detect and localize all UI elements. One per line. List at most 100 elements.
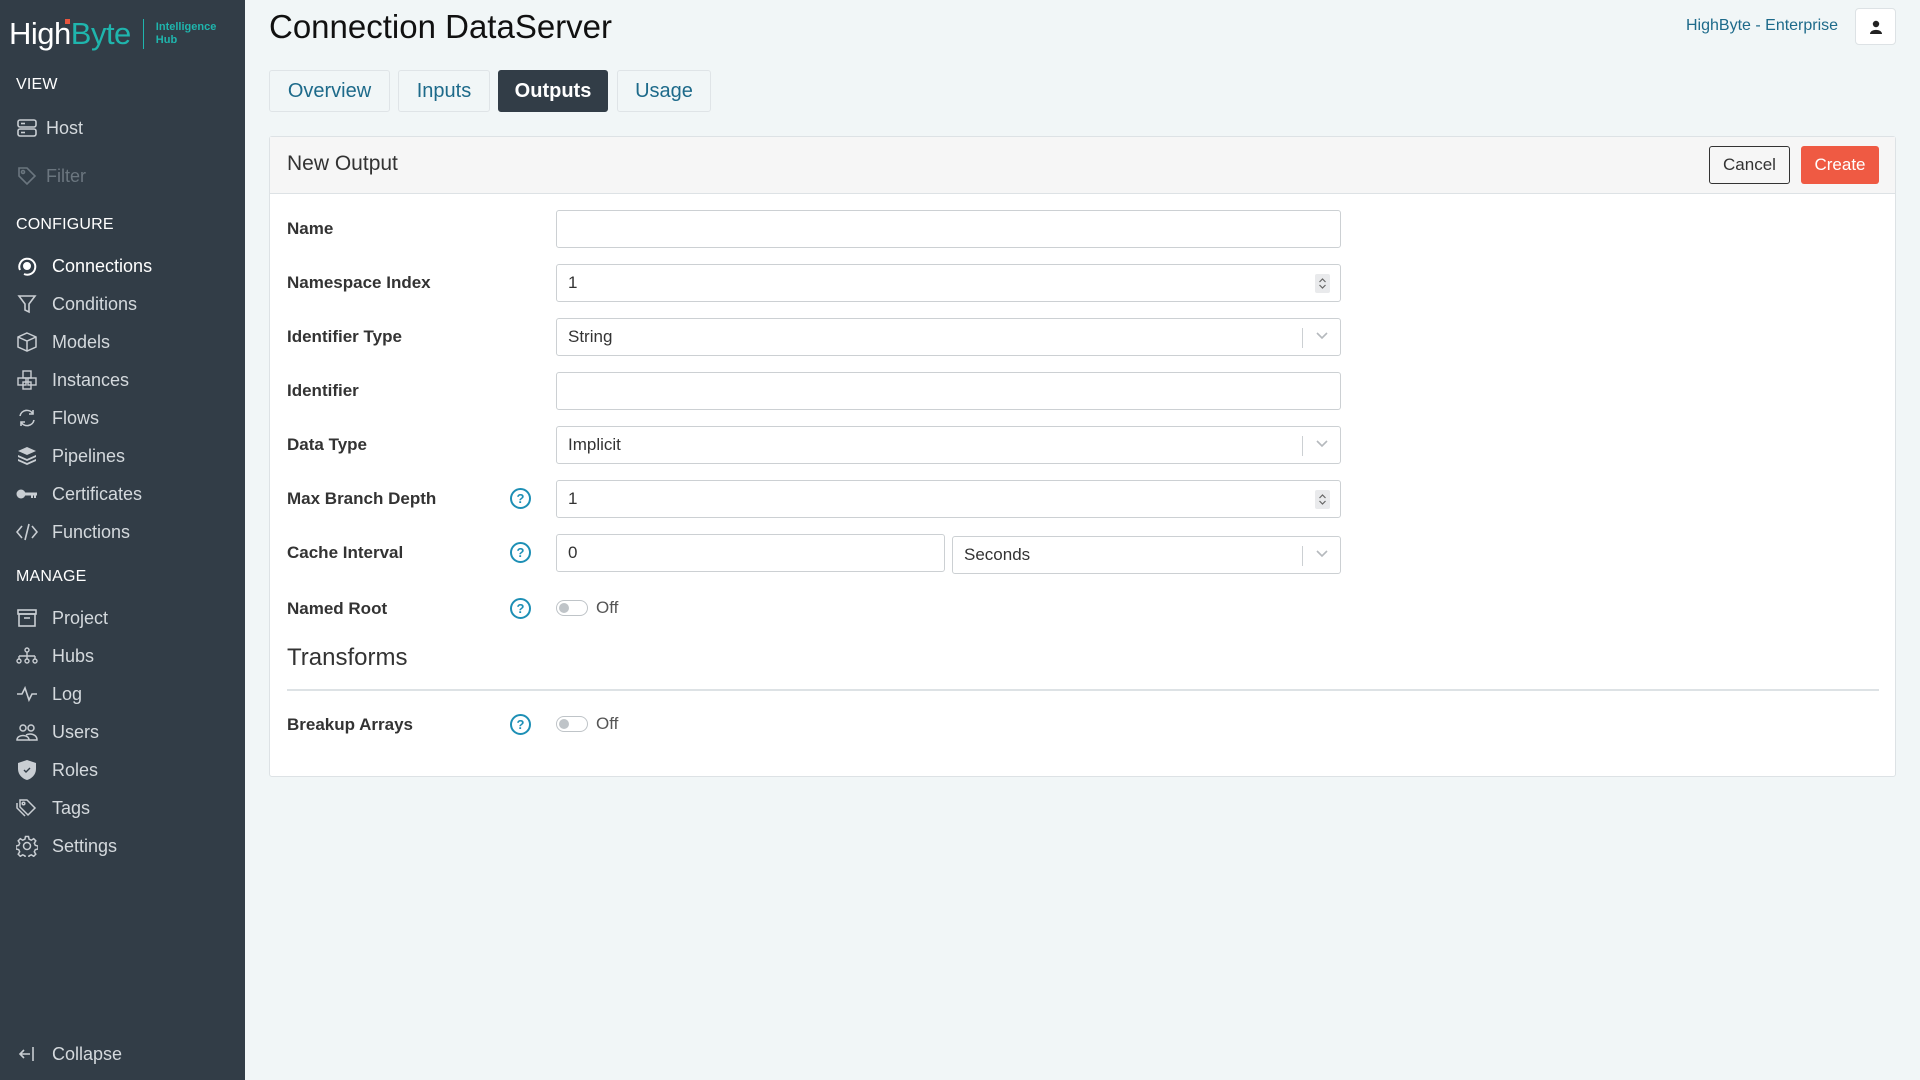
cubes-icon — [16, 369, 38, 391]
help-icon[interactable]: ? — [510, 598, 531, 619]
identifier-label: Identifier — [287, 381, 359, 400]
key-icon — [16, 483, 38, 505]
sidebar-item-label: Settings — [52, 835, 118, 856]
sidebar-item-label: Roles — [52, 759, 99, 780]
sidebar-item-label: Models — [52, 331, 111, 352]
collapse-button[interactable]: Collapse — [0, 1036, 245, 1072]
layers-icon — [16, 445, 38, 467]
sidebar-item-models[interactable]: Models — [0, 324, 245, 360]
tab-overview[interactable]: Overview — [269, 70, 390, 112]
new-output-card: New Output Cancel Create Name Namespace … — [269, 136, 1896, 777]
sidebar-item-label: Log — [52, 683, 83, 704]
name-label: Name — [287, 219, 334, 238]
identifier-input[interactable] — [556, 372, 1341, 410]
sidebar-item-conditions[interactable]: Conditions — [0, 286, 245, 322]
tab-usage[interactable]: Usage — [617, 70, 711, 112]
sidebar-item-label: Tags — [52, 797, 91, 818]
card-title: New Output — [287, 152, 398, 175]
logo-divider — [142, 19, 144, 49]
help-icon[interactable]: ? — [510, 488, 531, 509]
logo[interactable]: High Byte Intelligence Hub — [9, 14, 216, 54]
page-title: Connection DataServer — [269, 8, 613, 45]
tab-inputs[interactable]: Inputs — [398, 70, 490, 112]
cache-interval-input[interactable]: 0 — [556, 534, 945, 572]
chevron-down-icon[interactable] — [1315, 439, 1329, 449]
chevron-down-icon[interactable] — [1315, 549, 1329, 559]
data-type-value: Implicit — [568, 435, 621, 454]
sidebar-item-project[interactable]: Project — [0, 600, 245, 636]
max-branch-depth-input[interactable]: 1 — [556, 480, 1341, 518]
sidebar-item-label: Project — [52, 607, 109, 628]
logo-subtitle-line2: Hub — [155, 34, 178, 46]
transforms-heading: Transforms — [287, 644, 408, 671]
sidebar-item-certificates[interactable]: Certificates — [0, 476, 245, 512]
name-input[interactable] — [556, 210, 1341, 248]
logo-subtitle-line1: Intelligence — [155, 21, 217, 33]
select-separator — [1302, 546, 1303, 566]
sidebar-item-label: Functions — [52, 521, 131, 542]
breakup-arrays-toggle-wrap: Off — [556, 714, 618, 734]
sidebar-item-tags[interactable]: Tags — [0, 790, 245, 826]
cache-interval-unit-select[interactable]: Seconds — [952, 536, 1341, 574]
sidebar-item-roles[interactable]: Roles — [0, 752, 245, 788]
sidebar-item-filter[interactable]: Filter — [0, 158, 245, 194]
users-icon — [16, 721, 38, 743]
cancel-button[interactable]: Cancel — [1709, 146, 1790, 184]
max-branch-depth-value: 1 — [568, 489, 578, 508]
gear-icon — [16, 835, 38, 857]
chevron-down-icon[interactable] — [1315, 331, 1329, 341]
funnel-icon — [16, 293, 38, 315]
user-icon — [1869, 20, 1883, 34]
section-label-manage: MANAGE — [16, 568, 87, 585]
cache-interval-label: Cache Interval — [287, 543, 404, 562]
data-type-select[interactable]: Implicit — [556, 426, 1341, 464]
tags-icon — [16, 797, 38, 819]
hierarchy-icon — [16, 645, 38, 667]
sidebar-item-users[interactable]: Users — [0, 714, 245, 750]
sidebar-item-flows[interactable]: Flows — [0, 400, 245, 436]
sidebar-item-log[interactable]: Log — [0, 676, 245, 712]
named-root-toggle[interactable] — [556, 600, 588, 616]
breakup-arrays-toggle[interactable] — [556, 716, 588, 732]
tenant-link[interactable]: HighByte - Enterprise — [1686, 17, 1838, 35]
help-icon[interactable]: ? — [510, 542, 531, 563]
tab-outputs[interactable]: Outputs — [498, 70, 608, 112]
identifier-type-label: Identifier Type — [287, 327, 402, 346]
toggle-knob — [559, 603, 569, 613]
sidebar-item-connections[interactable]: Connections — [0, 248, 245, 284]
section-label-configure: CONFIGURE — [16, 216, 114, 233]
namespace-index-label: Namespace Index — [287, 273, 431, 292]
identifier-type-value: String — [568, 327, 613, 346]
sidebar-item-hubs[interactable]: Hubs — [0, 638, 245, 674]
sidebar-item-functions[interactable]: Functions — [0, 514, 245, 550]
archive-icon — [16, 607, 38, 629]
sidebar-item-label: Instances — [52, 369, 130, 390]
select-separator — [1302, 436, 1303, 456]
section-label-view: VIEW — [16, 76, 58, 93]
collapse-icon — [16, 1043, 38, 1065]
sidebar-item-label: Certificates — [52, 483, 143, 504]
logo-dot — [65, 19, 70, 24]
number-spinner[interactable] — [1315, 274, 1330, 293]
user-menu-button[interactable] — [1855, 8, 1896, 45]
sidebar-item-pipelines[interactable]: Pipelines — [0, 438, 245, 474]
sidebar-item-label: Host — [46, 117, 84, 138]
sidebar-item-label: Filter — [46, 165, 86, 186]
create-button[interactable]: Create — [1801, 146, 1879, 184]
namespace-index-input[interactable]: 1 — [556, 264, 1341, 302]
named-root-state: Off — [596, 598, 619, 617]
sidebar-item-label: Conditions — [52, 293, 138, 314]
identifier-type-select[interactable]: String — [556, 318, 1341, 356]
sidebar-item-host[interactable]: Host — [0, 110, 245, 146]
namespace-index-value: 1 — [568, 273, 578, 292]
number-spinner[interactable] — [1315, 490, 1330, 509]
sync-icon — [16, 407, 38, 429]
logo-text-byte: Byte — [70, 16, 132, 51]
help-icon[interactable]: ? — [510, 714, 531, 735]
select-separator — [1302, 328, 1303, 348]
cube-icon — [16, 331, 38, 353]
sidebar-item-settings[interactable]: Settings — [0, 828, 245, 864]
code-icon — [16, 521, 38, 543]
sidebar-item-instances[interactable]: Instances — [0, 362, 245, 398]
plug-icon — [16, 255, 38, 277]
